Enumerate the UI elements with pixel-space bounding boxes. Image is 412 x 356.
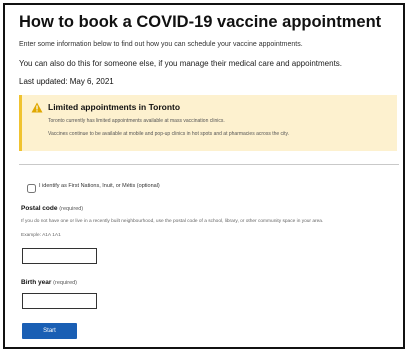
alert-text: Toronto currently has limited appointmen… bbox=[48, 118, 225, 124]
birth-year-required: (required) bbox=[53, 280, 78, 286]
postal-code-label: Postal code (required) bbox=[21, 205, 83, 212]
alert-text-secondary: Vaccines continue to be available at mob… bbox=[48, 131, 290, 137]
birth-year-label-text: Birth year bbox=[21, 279, 52, 286]
postal-code-example: Example: A1A 1A1 bbox=[21, 233, 61, 238]
birth-year-input[interactable] bbox=[22, 293, 97, 309]
postal-code-required: (required) bbox=[59, 206, 84, 212]
postal-code-hint: If you do not have one or live in a rece… bbox=[21, 219, 324, 224]
intro-note: You can also do this for someone else, i… bbox=[19, 59, 343, 68]
page-frame: How to book a COVID-19 vaccine appointme… bbox=[3, 3, 405, 349]
last-updated: Last updated: May 6, 2021 bbox=[19, 77, 114, 86]
warning-icon bbox=[31, 102, 43, 113]
alert-title: Limited appointments in Toronto bbox=[48, 102, 181, 112]
postal-code-label-text: Postal code bbox=[21, 205, 58, 212]
indigenous-checkbox[interactable] bbox=[27, 184, 36, 193]
postal-code-input[interactable] bbox=[22, 248, 97, 264]
start-button[interactable]: Start bbox=[22, 323, 77, 339]
page-title: How to book a COVID-19 vaccine appointme… bbox=[19, 13, 382, 31]
section-divider bbox=[19, 164, 399, 165]
limited-appointments-alert: Limited appointments in Toronto Toronto … bbox=[19, 95, 397, 151]
intro-text: Enter some information below to find out… bbox=[19, 41, 303, 48]
birth-year-label: Birth year (required) bbox=[21, 279, 77, 286]
indigenous-checkbox-label: I identify as First Nations, Inuit, or M… bbox=[39, 183, 160, 189]
